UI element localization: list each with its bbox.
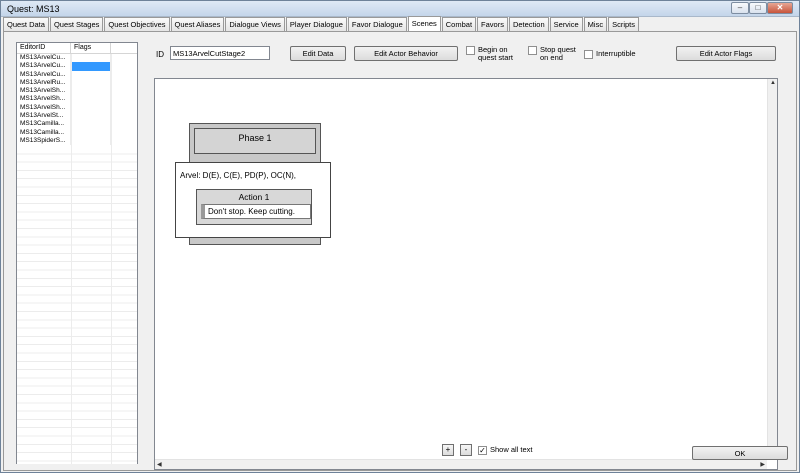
list-item-editorid: MS13ArvelCu...: [17, 70, 71, 79]
empty-list-rows: [17, 146, 137, 464]
edit-data-button[interactable]: Edit Data: [290, 46, 346, 61]
scroll-left-icon[interactable]: ◀: [157, 461, 162, 468]
list-item-editorid: MS13ArvelCu...: [17, 54, 71, 63]
phase-header[interactable]: Phase 1: [194, 128, 316, 154]
actor-node[interactable]: Arvel: D(E), C(E), PD(P), OC(N), Action …: [175, 162, 331, 238]
list-item[interactable]: MS13Camilla...: [17, 128, 137, 137]
list-item-editorid: MS13ArvelSh...: [17, 103, 71, 113]
tab-quest-data[interactable]: Quest Data: [3, 17, 49, 31]
tab-strip: Quest Data Quest Stages Quest Objectives…: [3, 16, 640, 31]
list-item-flags: [71, 87, 111, 96]
list-item-editorid: MS13ArvelCu...: [17, 62, 71, 71]
tab-favors[interactable]: Favors: [477, 17, 508, 31]
list-item-editorid: MS13ArvelSh...: [17, 87, 71, 96]
tab-scenes[interactable]: Scenes: [407, 16, 441, 31]
actor-line: Arvel: D(E), C(E), PD(P), OC(N),: [180, 171, 296, 180]
list-item[interactable]: MS13ArvelSt...: [17, 112, 137, 121]
scene-list-header: EditorID Flags: [17, 43, 137, 54]
scene-list-body: MS13ArvelCu... MS13ArvelCu... MS13ArvelC…: [17, 54, 137, 464]
list-item-selected[interactable]: MS13ArvelCu...: [17, 62, 137, 71]
list-item[interactable]: MS13ArvelCu...: [17, 54, 137, 63]
checkbox-label: Stop quest on end: [540, 45, 576, 62]
column-editorid[interactable]: EditorID: [17, 43, 71, 53]
list-item-editorid: MS13ArvelSt...: [17, 112, 71, 121]
remove-phase-button[interactable]: -: [460, 444, 472, 456]
column-divider: [111, 54, 112, 464]
list-item-flags: [71, 62, 111, 71]
scene-list[interactable]: EditorID Flags MS13ArvelCu... MS13ArvelC…: [16, 42, 138, 464]
vertical-scrollbar[interactable]: ▲ ▼: [767, 79, 777, 459]
scroll-right-icon[interactable]: ▶: [760, 461, 765, 468]
tab-scripts[interactable]: Scripts: [608, 17, 639, 31]
list-item-flags: [71, 70, 111, 79]
tab-favor-dialogue[interactable]: Favor Dialogue: [347, 17, 407, 31]
tab-combat[interactable]: Combat: [441, 17, 477, 31]
scenes-panel: EditorID Flags MS13ArvelCu... MS13ArvelC…: [3, 31, 797, 471]
tab-quest-objectives[interactable]: Quest Objectives: [104, 17, 170, 31]
list-item-editorid: MS13Camilla...: [17, 128, 71, 137]
list-item-editorid: MS13ArvelSh...: [17, 95, 71, 104]
list-item-flags: [71, 54, 111, 63]
tab-dialogue-views[interactable]: Dialogue Views: [225, 17, 285, 31]
add-phase-button[interactable]: +: [442, 444, 454, 456]
list-item-editorid: MS13Camilla...: [17, 120, 71, 129]
list-item-flags: [71, 120, 111, 129]
action-text-box[interactable]: Don't stop. Keep cutting.: [201, 204, 311, 219]
list-item[interactable]: MS13Camilla...: [17, 120, 137, 129]
checkbox-box[interactable]: [584, 50, 593, 59]
scroll-up-icon[interactable]: ▲: [770, 80, 776, 86]
action-text: Don't stop. Keep cutting.: [208, 207, 295, 216]
tab-detection[interactable]: Detection: [508, 17, 549, 31]
action-node[interactable]: Action 1 Don't stop. Keep cutting.: [196, 189, 312, 225]
column-divider: [71, 54, 72, 464]
tab-quest-stages[interactable]: Quest Stages: [49, 17, 104, 31]
scene-diagram-canvas[interactable]: Phase 1 Arvel: D(E), C(E), PD(P), OC(N),…: [154, 78, 778, 470]
window-controls: – □ ✕: [731, 2, 793, 14]
list-item-flags: [71, 103, 111, 113]
list-item[interactable]: MS13SpiderS...: [17, 136, 137, 146]
edit-actor-behavior-button[interactable]: Edit Actor Behavior: [354, 46, 458, 61]
tab-player-dialogue[interactable]: Player Dialogue: [285, 17, 347, 31]
list-item-editorid: MS13SpiderS...: [17, 136, 71, 146]
list-item-flags: [71, 78, 111, 88]
horizontal-scrollbar[interactable]: ◀ ▶: [155, 459, 767, 469]
quest-window: Quest: MS13 – □ ✕ Quest Data Quest Stage…: [0, 0, 800, 473]
id-label: ID: [156, 50, 164, 59]
checkbox-box[interactable]: [478, 446, 487, 455]
ok-button[interactable]: OK: [692, 446, 788, 460]
title-bar[interactable]: Quest: MS13 – □ ✕: [1, 1, 799, 17]
list-item[interactable]: MS13ArvelRu...: [17, 78, 137, 88]
window-title: Quest: MS13: [7, 4, 60, 14]
edit-actor-flags-button[interactable]: Edit Actor Flags: [676, 46, 776, 61]
column-flags[interactable]: Flags: [71, 43, 111, 53]
minimize-icon[interactable]: –: [731, 2, 749, 14]
maximize-icon[interactable]: □: [749, 2, 767, 14]
tab-quest-aliases[interactable]: Quest Aliases: [170, 17, 225, 31]
phase-title: Phase 1: [238, 133, 272, 143]
list-item[interactable]: MS13ArvelCu...: [17, 70, 137, 79]
checkbox-label: Show all text: [490, 445, 533, 454]
show-all-text-checkbox[interactable]: Show all text: [478, 446, 533, 455]
list-item[interactable]: MS13ArvelSh...: [17, 103, 137, 113]
list-item-flags: [71, 95, 111, 104]
list-item[interactable]: MS13ArvelSh...: [17, 87, 137, 96]
checkbox-box[interactable]: [528, 46, 537, 55]
list-item[interactable]: MS13ArvelSh...: [17, 95, 137, 104]
list-item-flags: [71, 112, 111, 121]
scene-id-field[interactable]: [170, 46, 270, 60]
begin-on-quest-start-checkbox[interactable]: Begin on quest start: [466, 46, 513, 62]
close-icon[interactable]: ✕: [767, 2, 793, 14]
tab-service[interactable]: Service: [549, 17, 583, 31]
stop-quest-on-end-checkbox[interactable]: Stop quest on end: [528, 46, 576, 62]
checkbox-label: Begin on quest start: [478, 45, 514, 62]
list-item-flags: [71, 136, 111, 146]
checkbox-box[interactable]: [466, 46, 475, 55]
list-item-flags: [71, 128, 111, 137]
tab-misc[interactable]: Misc: [583, 17, 608, 31]
list-item-editorid: MS13ArvelRu...: [17, 78, 71, 88]
interruptible-checkbox[interactable]: Interruptible: [584, 50, 636, 59]
action-title: Action 1: [238, 192, 270, 202]
checkbox-label: Interruptible: [596, 49, 636, 58]
